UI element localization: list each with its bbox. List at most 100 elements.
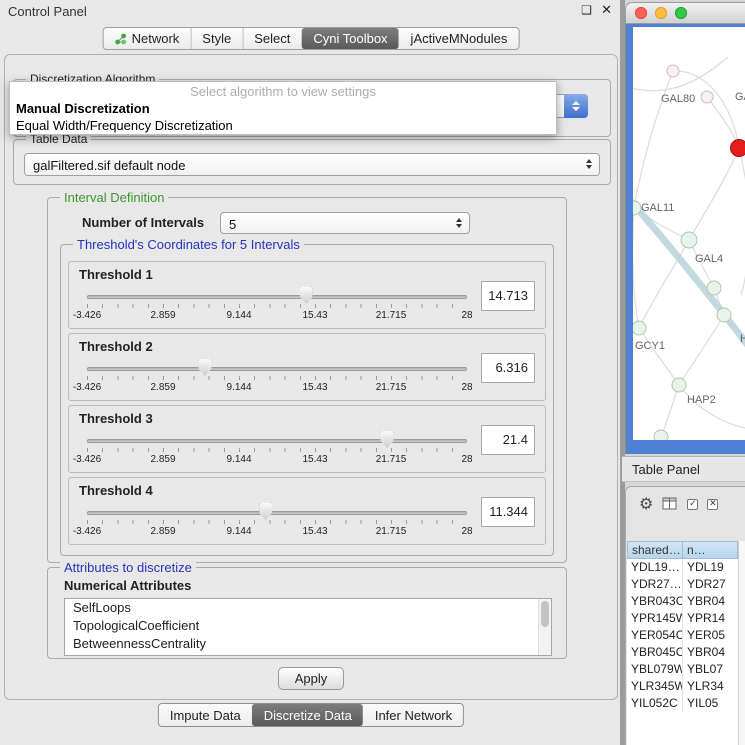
scale-tick-label: 2.859 — [150, 454, 175, 465]
slider-track[interactable] — [87, 367, 467, 371]
network-node[interactable] — [707, 281, 721, 295]
tab-infer-network[interactable]: Infer Network — [363, 704, 463, 726]
table-cell[interactable]: YBL079W — [627, 661, 683, 678]
tab-network[interactable]: Network — [104, 28, 191, 49]
table-cell[interactable]: YDL19… — [627, 559, 683, 576]
network-node[interactable] — [672, 378, 686, 392]
table-row[interactable]: YBR043C YBR04 — [627, 593, 738, 610]
table-row[interactable]: YDR27… YDR27 — [627, 576, 738, 593]
table-row[interactable]: YDL19… YDL19 — [627, 559, 738, 576]
threshold-slider-thumb[interactable] — [259, 503, 272, 520]
network-node[interactable] — [667, 65, 679, 77]
scale-tick-label: -3.426 — [73, 454, 101, 465]
algorithm-dropdown-popup: Select algorithm to view settings Manual… — [9, 81, 557, 135]
combo-arrows-icon[interactable] — [564, 94, 588, 118]
select-all-checkbox-icon[interactable]: ✓ — [687, 499, 698, 510]
table-cell[interactable]: YBR04 — [683, 644, 738, 661]
threshold-slider[interactable]: -3.4262.8599.14415.4321.71528 — [87, 286, 467, 324]
threshold-slider[interactable]: -3.4262.8599.14415.4321.71528 — [87, 502, 467, 540]
table-cell[interactable]: YDL19 — [683, 559, 738, 576]
network-canvas[interactable]: GAL80 GA GAL11 GAL4 GCY1 HAP2 H — [633, 27, 745, 440]
slider-scale: -3.4262.8599.14415.4321.71528 — [87, 454, 467, 466]
threshold-slider-thumb[interactable] — [300, 287, 313, 304]
table-cell[interactable]: YBL07 — [683, 661, 738, 678]
minimize-traffic-light[interactable] — [655, 7, 667, 19]
threshold-slider-thumb[interactable] — [381, 431, 394, 448]
threshold-slider-thumb[interactable] — [198, 359, 211, 376]
table-cell[interactable]: YPR14 — [683, 610, 738, 627]
close-traffic-light[interactable] — [635, 7, 647, 19]
scale-tick-label: 9.144 — [226, 454, 251, 465]
scale-tick-label: 2.859 — [150, 526, 175, 537]
gear-icon[interactable]: ⚙ — [639, 496, 653, 512]
zoom-traffic-light[interactable] — [675, 7, 687, 19]
column-header-shared-name[interactable]: shared… — [627, 541, 683, 559]
combo-stepper-icon[interactable] — [456, 218, 462, 228]
table-cell[interactable]: YER054C — [627, 627, 683, 644]
network-node[interactable] — [701, 91, 713, 103]
slider-track[interactable] — [87, 511, 467, 515]
attributes-to-discretize-group: Attributes to discretize Numerical Attri… — [47, 567, 567, 659]
numerical-attributes-list[interactable]: SelfLoopsTopologicalCoefficientBetweenne… — [64, 598, 552, 656]
table-cell[interactable]: YDR27 — [683, 576, 738, 593]
list-item[interactable]: TopologicalCoefficient — [65, 617, 551, 635]
table-cell[interactable]: YBR043C — [627, 593, 683, 610]
selected-red-node[interactable] — [731, 140, 745, 157]
deselect-all-checkbox-icon[interactable]: ✕ — [707, 499, 718, 510]
network-node[interactable] — [654, 430, 668, 440]
table-cell[interactable]: YER05 — [683, 627, 738, 644]
threshold-value-field[interactable]: 21.4 — [481, 425, 535, 455]
dropdown-option-equal-width[interactable]: Equal Width/Frequency Discretization — [10, 117, 556, 134]
table-cell[interactable]: YIL052C — [627, 695, 683, 712]
tab-impute-data[interactable]: Impute Data — [159, 704, 252, 726]
table-cell[interactable]: YPR145W — [627, 610, 683, 627]
tab-jactivemnodules[interactable]: jActiveMNodules — [399, 28, 519, 49]
threshold-slider[interactable]: -3.4262.8599.14415.4321.71528 — [87, 430, 467, 468]
float-window-icon[interactable]: ❑ — [581, 3, 592, 17]
threshold-value-field[interactable]: 14.713 — [481, 281, 535, 311]
table-cell[interactable]: YLR345W — [627, 678, 683, 695]
tab-discretize-data[interactable]: Discretize Data — [252, 704, 363, 726]
table-row[interactable]: YBR045C YBR04 — [627, 644, 738, 661]
dropdown-placeholder-option[interactable]: Select algorithm to view settings — [10, 84, 556, 100]
columns-icon[interactable] — [662, 497, 678, 511]
scrollbar-thumb[interactable] — [541, 601, 549, 627]
threshold-value-field[interactable]: 6.316 — [481, 353, 535, 383]
table-cell[interactable]: YDR27… — [627, 576, 683, 593]
table-row[interactable]: YER054C YER05 — [627, 627, 738, 644]
list-scrollbar[interactable] — [538, 599, 551, 655]
network-node[interactable] — [717, 308, 731, 322]
threshold-slider[interactable]: -3.4262.8599.14415.4321.71528 — [87, 358, 467, 396]
table-cell[interactable]: YBR045C — [627, 644, 683, 661]
threshold-value-field[interactable]: 11.344 — [481, 497, 535, 527]
panel-title: Control Panel — [8, 4, 87, 19]
table-row[interactable]: YPR145W YPR14 — [627, 610, 738, 627]
table-row[interactable]: YLR345W YLR34 — [627, 678, 738, 695]
list-item[interactable]: SelfLoops — [65, 599, 551, 617]
tab-cyni-toolbox[interactable]: Cyni Toolbox — [301, 28, 398, 49]
tab-style[interactable]: Style — [190, 28, 242, 49]
table-cell[interactable]: YLR34 — [683, 678, 738, 695]
tab-select[interactable]: Select — [242, 28, 301, 49]
scale-tick-label: 9.144 — [226, 382, 251, 393]
dropdown-option-manual-discretization[interactable]: Manual Discretization — [10, 100, 556, 117]
table-data-select[interactable]: galFiltered.sif default node — [24, 153, 600, 176]
slider-track[interactable] — [87, 439, 467, 443]
scale-tick-label: 15.43 — [302, 382, 327, 393]
combo-stepper-icon[interactable] — [586, 159, 592, 169]
number-of-intervals-select[interactable]: 5 — [220, 212, 470, 234]
table-cell[interactable]: YIL05 — [683, 695, 738, 712]
table-row[interactable]: YBL079W YBL07 — [627, 661, 738, 678]
network-graph: GAL80 GA GAL11 GAL4 GCY1 HAP2 H — [633, 27, 745, 440]
apply-button[interactable]: Apply — [278, 667, 344, 690]
network-node[interactable] — [681, 232, 697, 248]
list-item[interactable]: BetweennessCentrality — [65, 635, 551, 653]
column-header-name[interactable]: n… — [683, 541, 738, 559]
network-node[interactable] — [633, 321, 646, 335]
table-row[interactable]: YIL052C YIL05 — [627, 695, 738, 712]
slider-track[interactable] — [87, 295, 467, 299]
intervals-selected-value: 5 — [229, 217, 236, 232]
close-icon[interactable]: ✕ — [601, 3, 612, 18]
table-cell[interactable]: YBR04 — [683, 593, 738, 610]
table-scrollbar[interactable] — [738, 541, 745, 745]
